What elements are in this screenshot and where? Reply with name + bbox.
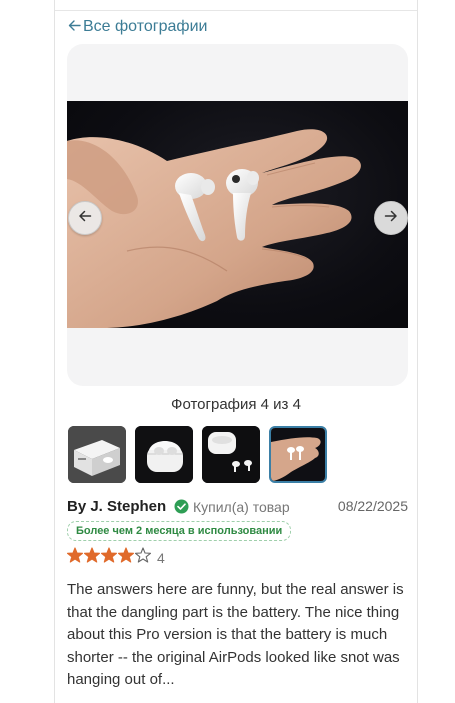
stars-container: [66, 547, 152, 568]
star-rating: 4: [66, 547, 165, 568]
review-date: 08/22/2025: [337, 498, 408, 514]
review-header: By J. Stephen Купил(а) товар 08/22/2025: [67, 498, 408, 518]
verified-check-icon: [174, 499, 189, 514]
next-photo-button[interactable]: [374, 201, 408, 235]
back-to-all-photos-link[interactable]: Все фотографии: [68, 18, 207, 36]
star-empty-icon: [134, 547, 152, 567]
star-filled-icon: [83, 547, 101, 567]
previous-photo-button[interactable]: [68, 201, 102, 235]
star-filled-icon: [100, 547, 118, 567]
reviewer-name: By J. Stephen: [67, 498, 167, 515]
star-filled-icon: [66, 547, 84, 567]
review-body: The answers here are funny, but the real…: [67, 581, 404, 688]
arrow-right-icon: [384, 209, 398, 228]
photo-gallery-panel: Все фотографии Фотография 4 из 4 By J. S…: [54, 0, 418, 703]
divider: [55, 10, 417, 11]
rating-value: 4: [157, 549, 165, 566]
star-filled-icon: [117, 547, 135, 567]
verified-purchase-label: Купил(а) товар: [193, 499, 290, 515]
back-link-label: Все фотографии: [83, 18, 208, 35]
thumbnail-4[interactable]: [269, 426, 327, 483]
thumbnail-1[interactable]: [68, 426, 126, 483]
photo-viewer: [67, 44, 408, 386]
photo-counter: Фотография 4 из 4: [171, 396, 301, 413]
arrow-left-icon: [68, 19, 81, 36]
thumbnail-3[interactable]: [202, 426, 260, 483]
usage-duration-badge: Более чем 2 месяца в использовании: [67, 521, 292, 541]
thumbnail-2[interactable]: [135, 426, 193, 483]
main-photo: [67, 101, 408, 328]
arrow-left-icon: [78, 209, 92, 228]
thumbnail-strip: [68, 426, 327, 483]
